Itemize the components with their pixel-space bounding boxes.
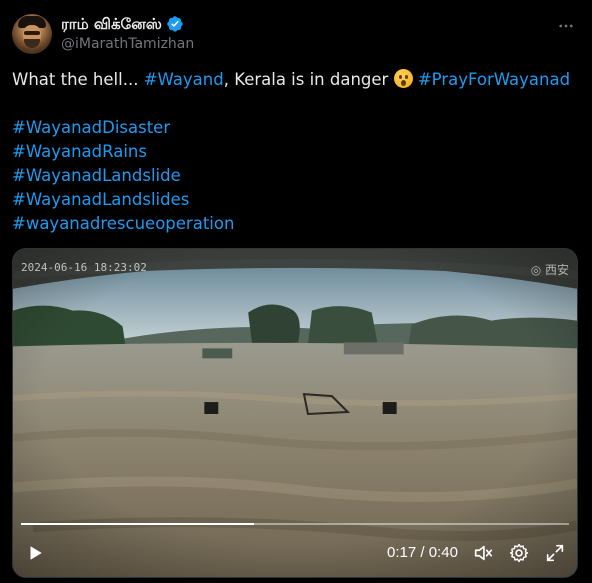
author-handle[interactable]: @iMarathTamizhan	[61, 35, 194, 53]
fullscreen-icon[interactable]	[543, 541, 567, 565]
video-time-separator: /	[416, 544, 429, 561]
video-time-display: 0:17 / 0:40	[387, 544, 458, 561]
author-name-row: ராம் விக்னேஸ்	[61, 14, 184, 34]
video-player[interactable]: 2024-06-16 18:23:02 ◎ 西安 0:17 / 0:40	[12, 248, 578, 578]
verified-badge-icon	[166, 15, 184, 33]
video-progress-fill	[21, 523, 254, 525]
hashtag-link[interactable]: #WayanadRains	[12, 140, 580, 164]
tweet-text-line-1: What the hell... #Wayand, Kerala is in d…	[12, 68, 580, 92]
video-current-time: 0:17	[387, 544, 417, 561]
tweet-text-prefix: What the hell...	[12, 70, 144, 89]
hashtag-link[interactable]: #wayanadrescueoperation	[12, 212, 580, 236]
hashtag-link[interactable]: #Wayand	[144, 70, 224, 89]
tweet-text-middle: , Kerala is in danger	[223, 70, 394, 89]
hashtag-link[interactable]: #PrayForWayanad	[418, 70, 570, 89]
hashtag-link[interactable]: #WayanadDisaster	[12, 116, 580, 140]
volume-muted-icon[interactable]	[471, 541, 495, 565]
author-display-name[interactable]: ராம் விக்னேஸ்	[61, 14, 162, 34]
video-watermark: ◎ 西安	[530, 263, 569, 277]
play-icon[interactable]	[23, 541, 47, 565]
tweet-card: ராம் விக்னேஸ் @iMarathTamizhan What the …	[0, 0, 592, 583]
avatar[interactable]	[12, 14, 52, 54]
video-progress-bar[interactable]	[21, 523, 569, 525]
video-overlay-timestamp: 2024-06-16 18:23:02	[21, 261, 147, 274]
video-duration: 0:40	[428, 544, 458, 561]
tweet-text: What the hell... #Wayand, Kerala is in d…	[12, 68, 580, 236]
ellipsis-icon[interactable]	[554, 14, 578, 38]
hashtag-link[interactable]: #WayanadLandslides	[12, 188, 580, 212]
gear-icon[interactable]	[507, 541, 531, 565]
hashtag-link[interactable]: #WayanadLandslide	[12, 164, 580, 188]
video-frame-flood-scene[interactable]	[13, 249, 577, 577]
video-controls: 0:17 / 0:40	[13, 537, 577, 573]
tweet-header: ராம் விக்னேஸ் @iMarathTamizhan	[12, 12, 580, 56]
astonished-face-emoji-icon	[393, 69, 413, 88]
